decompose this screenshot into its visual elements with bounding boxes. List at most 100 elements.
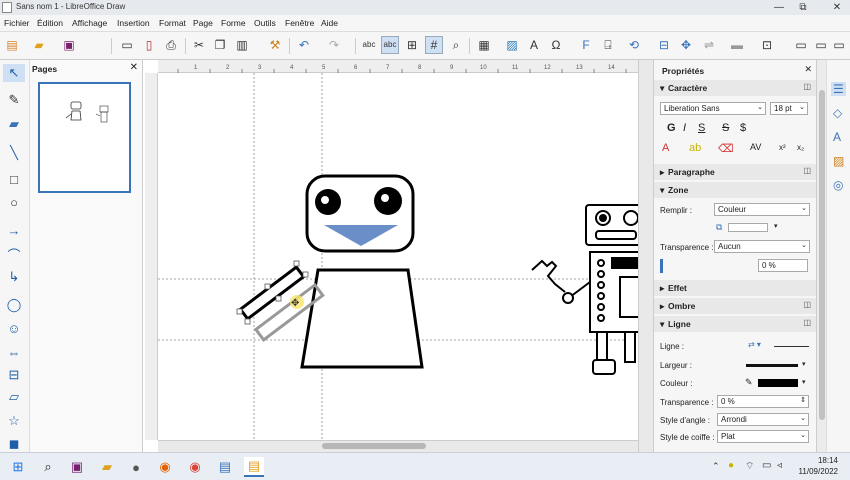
maximize-button[interactable]: ⧉ — [792, 0, 814, 15]
strikethrough-button[interactable]: S — [722, 122, 729, 134]
cut-icon[interactable]: ✂ — [190, 36, 208, 54]
subscript-button[interactable]: x₂ — [797, 143, 804, 152]
italic-button[interactable]: I — [683, 122, 686, 134]
collapse-zone-icon[interactable]: ▾ — [660, 185, 664, 196]
font-name-field[interactable]: Liberation Sans ⌄ — [660, 102, 766, 115]
expand-ombre-icon[interactable]: ▸ — [660, 301, 664, 312]
distribute-icon[interactable]: ✥ — [677, 36, 695, 54]
more-options-icon[interactable]: ◫ — [803, 318, 811, 327]
display-icon[interactable]: ▭ — [792, 36, 810, 54]
arrange-icon[interactable]: ⇌ — [700, 36, 718, 54]
page-thumbnail[interactable] — [38, 82, 131, 193]
menu-aide[interactable]: Aide — [321, 18, 338, 28]
windows-start-icon[interactable]: ⊞ — [8, 457, 28, 477]
arrow-style-icon[interactable]: ⇄ ▾ — [748, 340, 761, 349]
chevron-down-icon[interactable]: ⌄ — [757, 103, 763, 113]
textbox-icon[interactable]: A — [525, 36, 543, 54]
stars-icon[interactable]: ☆ — [3, 412, 25, 430]
open-folder-icon[interactable]: ▰ — [30, 36, 48, 54]
angle-style-select[interactable]: Arrondi ⌄ — [717, 413, 809, 426]
navigator-tab-icon[interactable]: ◎ — [833, 178, 843, 192]
selection-handle[interactable] — [302, 271, 309, 278]
fill-color-icon[interactable]: ▰ — [3, 115, 25, 133]
highlight-color-icon[interactable]: ab — [689, 142, 701, 154]
export-icon[interactable]: ▭ — [118, 36, 136, 54]
horizontal-scroll-thumb[interactable] — [322, 443, 426, 449]
firefox-icon[interactable]: ◉ — [155, 457, 175, 477]
line-style-preview[interactable] — [774, 346, 809, 347]
fill-color-swatch[interactable] — [728, 223, 768, 232]
draw-taskbar-icon[interactable]: ▤ — [244, 457, 264, 477]
menu-page[interactable]: Page — [193, 18, 213, 28]
wifi-icon[interactable]: ⌔ — [745, 460, 754, 473]
3d-objects-icon[interactable]: ◼ — [3, 435, 25, 453]
symbol-shapes-icon[interactable]: ☺ — [3, 319, 25, 337]
chevron-down-icon[interactable]: ⌄ — [801, 241, 807, 251]
callouts-icon[interactable]: ▱ — [3, 388, 25, 406]
app-icon[interactable]: ▣ — [67, 457, 87, 477]
spin-icon[interactable]: ⇕ — [800, 396, 806, 406]
sidebar-scroll-thumb[interactable] — [819, 90, 825, 420]
rectangle-tool-icon[interactable]: □ — [3, 170, 25, 188]
chevron-down-icon[interactable]: ⌄ — [801, 204, 807, 214]
robot-2[interactable] — [531, 204, 647, 375]
crop-icon[interactable]: ⊡ — [758, 36, 776, 54]
robot-arm[interactable] — [238, 265, 306, 321]
font-color-icon[interactable]: A — [662, 142, 669, 154]
zoom-icon[interactable]: ⌕ — [447, 36, 465, 54]
connector-tool-icon[interactable]: ↳ — [3, 268, 25, 286]
expand-effet-icon[interactable]: ▸ — [660, 283, 664, 294]
transparency-percent-field[interactable]: 0 % — [758, 259, 808, 272]
table-icon[interactable]: ▦ — [475, 36, 493, 54]
export-pdf-icon[interactable]: ▯ — [140, 36, 158, 54]
helplines-icon[interactable]: # — [425, 36, 443, 54]
special-character-icon[interactable]: Ω — [547, 36, 565, 54]
grid-icon[interactable]: ⊞ — [403, 36, 421, 54]
underline-button[interactable]: S — [698, 122, 705, 134]
fill-color-picker-icon[interactable]: ⧉ — [716, 222, 722, 233]
tray-chevron-icon[interactable]: ⌃ — [712, 461, 720, 472]
chevron-down-icon[interactable]: ⌄ — [800, 431, 806, 441]
volume-icon[interactable]: ◃ — [777, 460, 782, 471]
line-color-icon[interactable]: ✎ — [3, 91, 25, 109]
ellipse-tool-icon[interactable]: ○ — [3, 193, 25, 211]
robot-body[interactable] — [300, 268, 424, 369]
vertical-ruler[interactable] — [145, 73, 158, 440]
gallery-tab-icon[interactable]: ▨ — [833, 154, 844, 168]
styles-tab-icon[interactable]: A — [833, 130, 841, 144]
battery-icon[interactable]: ▭ — [762, 460, 771, 471]
image-icon[interactable]: ▨ — [503, 36, 521, 54]
selection-handle[interactable] — [244, 318, 251, 325]
collapse-caractere-icon[interactable]: ▾ — [660, 83, 664, 94]
curve-tool-icon[interactable]: ⌒ — [3, 245, 25, 263]
shapes-tab-icon[interactable]: ◇ — [833, 106, 842, 120]
writer-icon[interactable]: ▤ — [215, 457, 235, 477]
shadow-text-button[interactable]: $ — [740, 122, 746, 134]
properties-tab-icon[interactable]: ☰ — [831, 82, 846, 96]
more-options-icon[interactable]: ◫ — [803, 300, 811, 309]
save-icon[interactable]: ▣ — [60, 36, 78, 54]
selection-handle[interactable] — [293, 260, 300, 267]
auto-spellcheck-icon[interactable]: abc — [381, 36, 399, 54]
more-options-icon[interactable]: ◫ — [803, 82, 811, 91]
line-color-picker-icon[interactable]: ✎ — [745, 377, 753, 388]
copy-icon[interactable]: ❐ — [211, 36, 229, 54]
transparency-slider[interactable] — [660, 259, 756, 273]
menu-fichier[interactable]: Fichier — [4, 18, 30, 28]
transformations-icon[interactable]: ⟲ — [625, 36, 643, 54]
sidebar-scrollbar[interactable] — [816, 60, 826, 452]
print-icon[interactable]: ⎙ — [162, 36, 180, 54]
redo-icon[interactable]: ↷ — [325, 36, 343, 54]
pages-panel-close-icon[interactable]: ✕ — [130, 62, 138, 73]
file-explorer-icon[interactable]: ▰ — [97, 457, 117, 477]
collapse-ligne-icon[interactable]: ▾ — [660, 319, 664, 330]
undo-icon[interactable]: ↶ — [295, 36, 313, 54]
chevron-down-icon[interactable]: ▾ — [774, 222, 778, 230]
selection-handle[interactable] — [275, 295, 282, 302]
chevron-down-icon[interactable]: ⌄ — [799, 103, 805, 113]
clone-formatting-icon[interactable]: ⚒ — [266, 36, 284, 54]
line-tool-icon[interactable]: ╲ — [3, 144, 25, 162]
sidebar-close-icon[interactable]: ✕ — [804, 64, 812, 75]
clear-formatting-icon[interactable]: ⌫ — [718, 142, 734, 155]
superscript-button[interactable]: x² — [779, 143, 786, 152]
